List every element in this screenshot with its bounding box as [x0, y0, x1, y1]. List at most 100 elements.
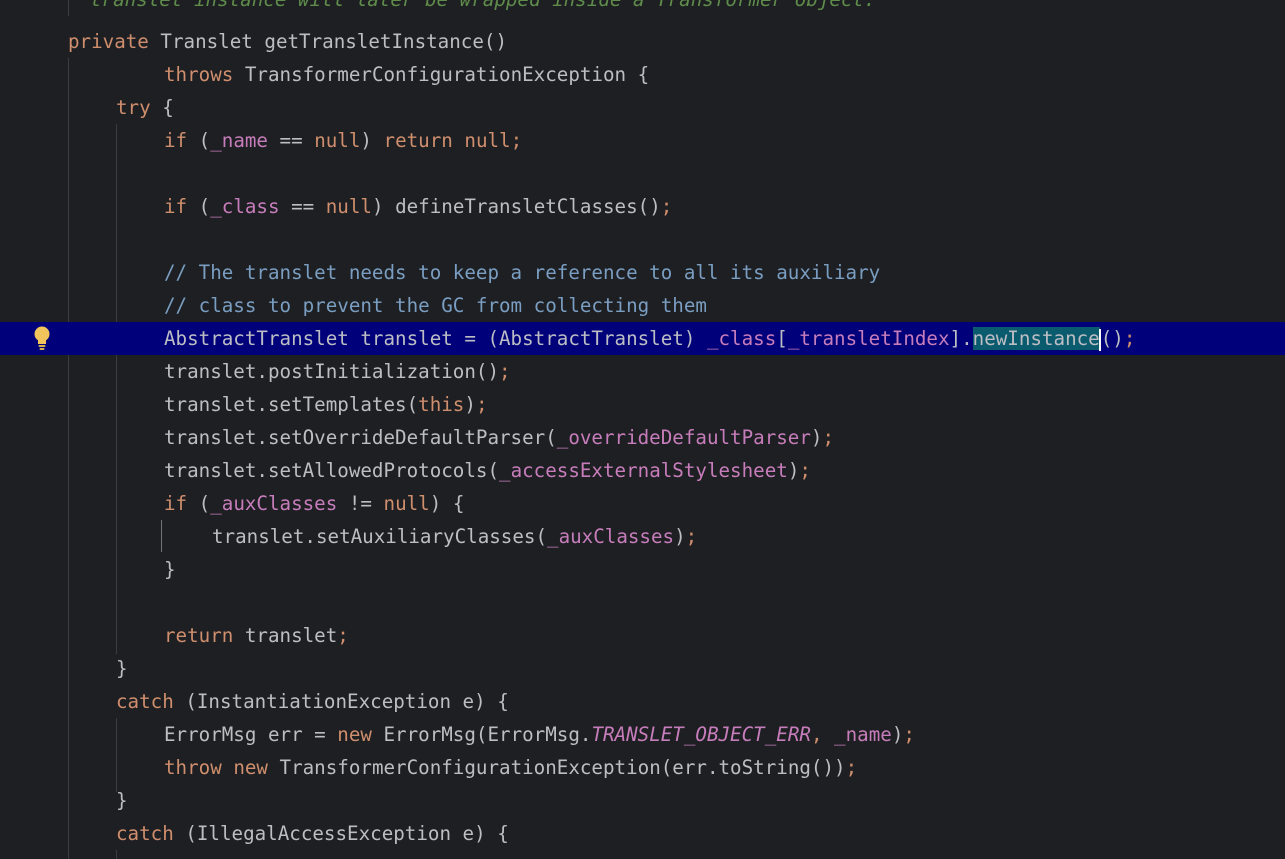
code-line[interactable]: // class to prevent the GC from collecti… — [0, 289, 1285, 322]
code-text: translet instance will later be wrapped … — [90, 0, 876, 16]
code-line[interactable]: translet.postInitialization(); — [0, 355, 1285, 388]
code-line[interactable]: if (_name == null) return null; — [0, 124, 1285, 157]
code-token: ; — [1123, 327, 1136, 350]
current-line[interactable]: AbstractTranslet translet = (AbstractTra… — [0, 322, 1285, 355]
code-token: translet — [244, 624, 338, 647]
code-token: null — [383, 492, 430, 515]
code-token: ) { — [429, 492, 465, 515]
code-token: ]. — [949, 327, 973, 350]
code-token: Translet — [160, 30, 265, 53]
code-text: translet.postInitialization(); — [164, 355, 511, 388]
code-text: catch (InstantiationException e) { — [116, 685, 509, 718]
code-token: ( — [198, 129, 211, 152]
code-token: translet.postInitialization() — [164, 360, 500, 383]
code-line[interactable]: translet.setAllowedProtocols(_accessExte… — [0, 454, 1285, 487]
code-token: ) — [787, 459, 800, 482]
code-line[interactable]: if (_auxClasses != null) { — [0, 487, 1285, 520]
code-token: _name — [210, 129, 268, 152]
code-token: ; — [499, 360, 511, 383]
code-line[interactable]: ErrorMsg err = new ErrorMsg(ErrorMsg.TRA… — [0, 718, 1285, 751]
code-token: TransformerConfigurationException { — [244, 63, 650, 86]
code-text: } — [116, 784, 128, 817]
code-token: _class — [706, 327, 777, 350]
code-token: new — [233, 756, 280, 779]
code-line[interactable]: translet.setTemplates(this); — [0, 388, 1285, 421]
code-token: ; — [903, 723, 915, 746]
code-token: ) — [360, 129, 384, 152]
code-token: ) — [891, 723, 904, 746]
code-token: // class to prevent the GC from collecti… — [164, 294, 707, 317]
code-token: catch — [116, 690, 186, 713]
code-line[interactable] — [0, 586, 1285, 619]
code-line[interactable]: throw new TransformerConfigurationExcept… — [0, 751, 1285, 784]
code-token: _accessExternalStylesheet — [499, 459, 788, 482]
code-line[interactable]: translet.setOverrideDefaultParser(_overr… — [0, 421, 1285, 454]
code-token: ; — [845, 756, 858, 779]
code-token: _overrideDefaultParser — [556, 426, 811, 449]
code-text: throws TransformerConfigurationException… — [164, 58, 649, 91]
code-token: (InstantiationException e) { — [185, 690, 509, 713]
code-token: return — [164, 624, 245, 647]
code-token: _class — [210, 195, 280, 218]
code-text: // class to prevent the GC from collecti… — [164, 289, 707, 322]
code-line[interactable]: } — [0, 652, 1285, 685]
code-token: ; — [475, 393, 488, 416]
code-text: try { — [116, 91, 174, 124]
code-text: translet.setAllowedProtocols(_accessExte… — [164, 454, 811, 487]
code-token: return — [383, 129, 465, 152]
code-line[interactable]: translet.setAuxiliaryClasses(_auxClasses… — [0, 520, 1285, 553]
code-token: ) — [810, 426, 823, 449]
code-line[interactable] — [0, 223, 1285, 256]
code-token: ErrorMsg(ErrorMsg. — [383, 723, 592, 746]
code-token: if — [164, 492, 199, 515]
code-editor[interactable]: translet instance will later be wrapped … — [0, 0, 1285, 859]
code-token: AbstractTranslet translet = (AbstractTra… — [164, 327, 707, 350]
code-token: null — [464, 129, 511, 152]
code-token: translet.setAuxiliaryClasses( — [212, 525, 548, 548]
code-token: _auxClasses — [547, 525, 675, 548]
code-line[interactable]: try { — [0, 91, 1285, 124]
code-line[interactable]: // The translet needs to keep a referenc… — [0, 256, 1285, 289]
code-token: TRANSLET_OBJECT_ERR — [591, 723, 811, 746]
code-line[interactable]: return translet; — [0, 619, 1285, 652]
code-token: != — [337, 492, 384, 515]
code-line[interactable]: catch (InstantiationException e) { — [0, 685, 1285, 718]
code-line[interactable]: if (_class == null) defineTransletClasse… — [0, 190, 1285, 223]
code-token: _name — [834, 723, 892, 746]
lightbulb-icon[interactable] — [33, 325, 51, 351]
code-token: this — [418, 393, 465, 416]
code-token: catch — [116, 822, 186, 845]
code-token: () — [483, 30, 507, 53]
code-token: } — [164, 558, 176, 581]
code-token: ) defineTransletClasses() — [371, 195, 661, 218]
code-token: translet.setAllowedProtocols( — [164, 459, 500, 482]
code-token: ; — [337, 624, 349, 647]
code-text: translet.setOverrideDefaultParser(_overr… — [164, 421, 834, 454]
code-line[interactable]: } — [0, 784, 1285, 817]
code-line[interactable]: throws TransformerConfigurationException… — [0, 58, 1285, 91]
code-token: TransformerConfigurationException(err.to… — [279, 756, 846, 779]
code-token: _auxClasses — [210, 492, 338, 515]
code-token: if — [164, 129, 199, 152]
code-text: return translet; — [164, 619, 349, 652]
code-token: ; — [799, 459, 811, 482]
code-token: null — [325, 195, 372, 218]
code-token: ) — [464, 393, 476, 416]
code-line[interactable]: translet instance will later be wrapped … — [0, 0, 1285, 16]
code-token: ErrorMsg err = — [164, 723, 338, 746]
code-token: ( — [198, 195, 211, 218]
code-text: catch (IllegalAccessException e) { — [116, 817, 509, 850]
code-line[interactable] — [0, 157, 1285, 190]
code-token: try — [116, 96, 163, 119]
code-token: ; — [660, 195, 673, 218]
code-text: if (_auxClasses != null) { — [164, 487, 464, 520]
code-token: () — [1100, 327, 1124, 350]
code-text: if (_name == null) return null; — [164, 124, 522, 157]
code-line[interactable]: private Translet getTransletInstance() — [0, 25, 1285, 58]
code-line[interactable]: } — [0, 553, 1285, 586]
code-token: new — [337, 723, 384, 746]
code-line[interactable]: catch (IllegalAccessException e) { — [0, 817, 1285, 850]
code-text: ErrorMsg err = new ErrorMsg(ErrorMsg.TRA… — [164, 718, 915, 751]
code-text: private Translet getTransletInstance() — [68, 25, 507, 58]
code-token: ; — [685, 525, 698, 548]
